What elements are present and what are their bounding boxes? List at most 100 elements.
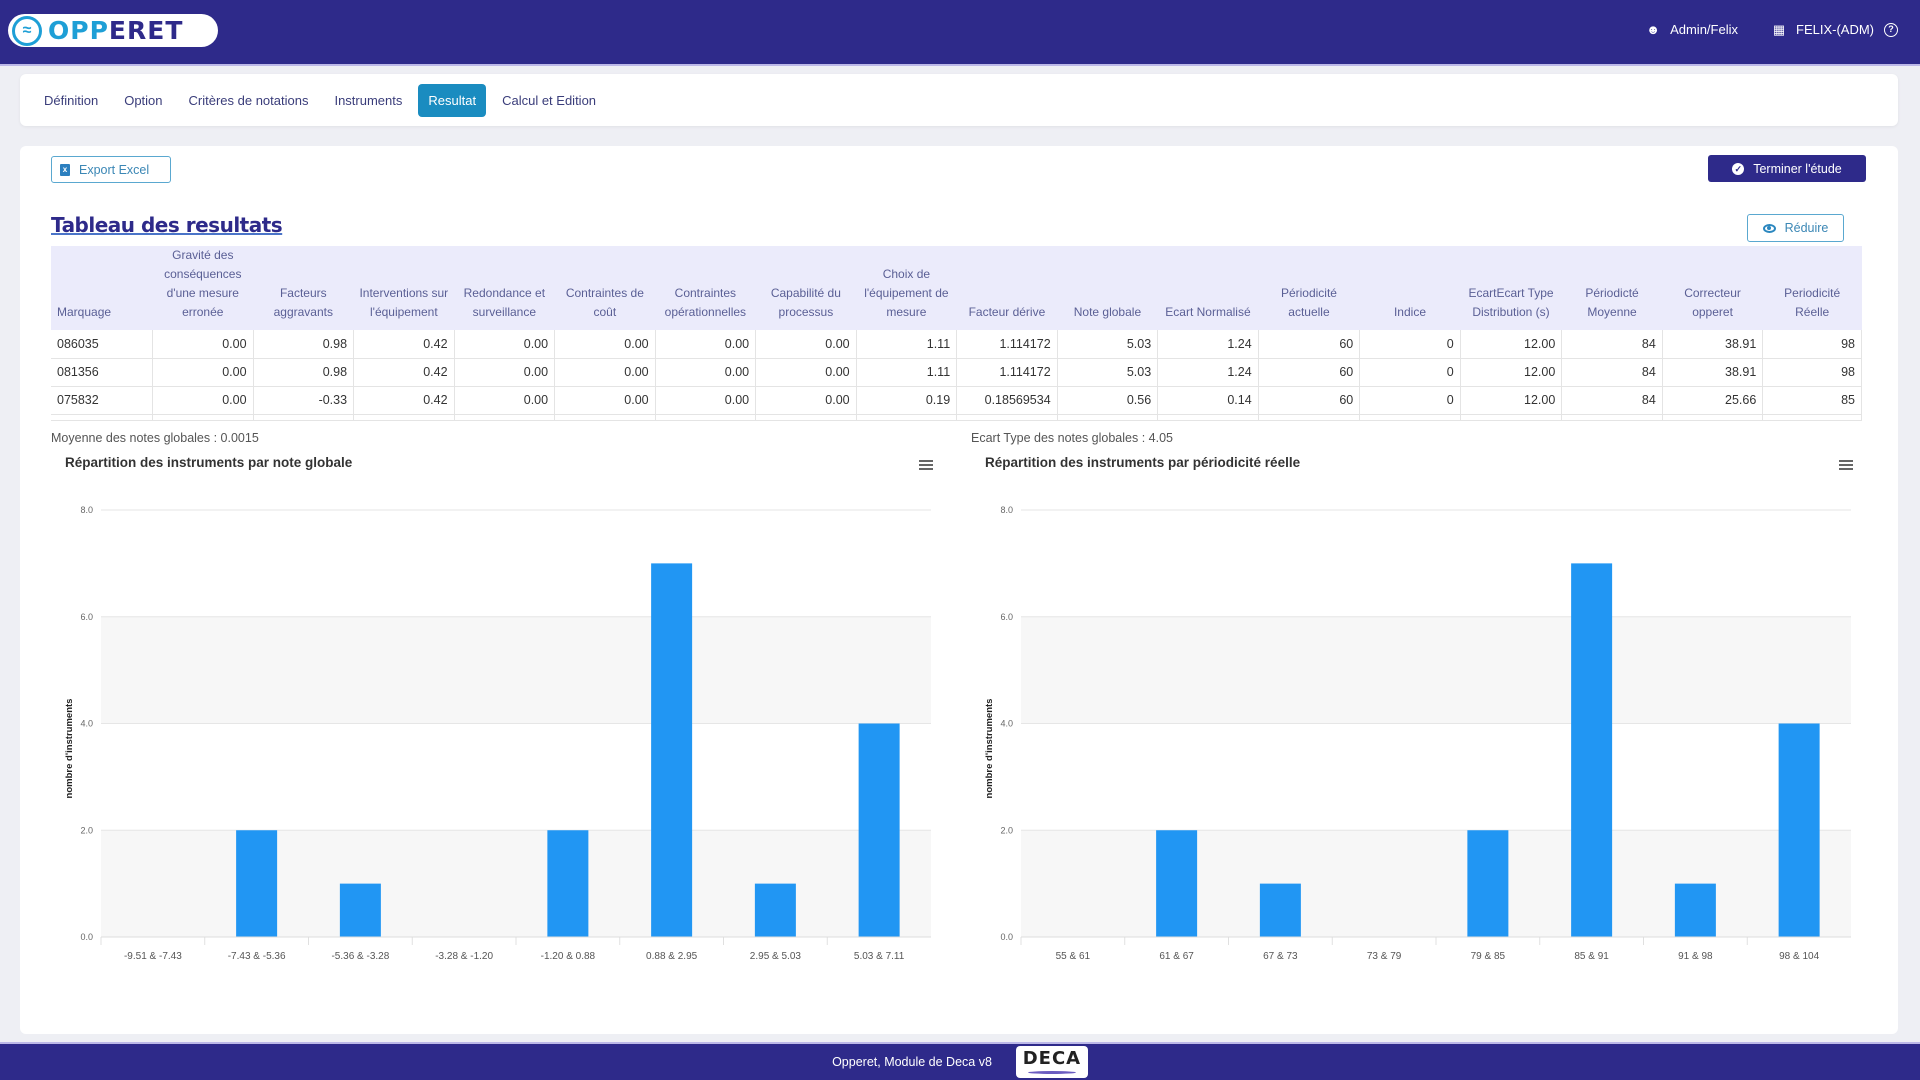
column-header[interactable]: Periodicité Réelle: [1762, 246, 1862, 330]
table-cell: 0.98: [253, 330, 355, 359]
bar[interactable]: [754, 883, 796, 937]
bar[interactable]: [1571, 563, 1613, 937]
chart-menu-icon[interactable]: [1839, 460, 1853, 470]
table-cell: 12.00: [1460, 358, 1563, 387]
table-cell: [353, 414, 455, 421]
terminer-etude-button[interactable]: ✓ Terminer l'étude: [1708, 155, 1866, 182]
table-cell: [1662, 414, 1764, 421]
x-tick-label: 79 & 85: [1471, 951, 1506, 962]
table-cell: [454, 414, 556, 421]
footer-text: Opperet, Module de Deca v8: [832, 1055, 992, 1069]
bar[interactable]: [1467, 830, 1509, 937]
table-cell: 0.00: [152, 386, 254, 415]
column-header[interactable]: Contraintes de coût: [554, 246, 656, 330]
plot-band: [101, 830, 931, 937]
company-name[interactable]: FELIX-(ADM): [1796, 22, 1874, 37]
tab-calcul-edition[interactable]: Calcul et Edition: [492, 84, 606, 117]
chart-periodicite-reelle: Répartition des instruments par périodic…: [971, 446, 1871, 986]
tab-instruments[interactable]: Instruments: [324, 84, 412, 117]
column-header[interactable]: Périodicté Moyenne: [1561, 246, 1663, 330]
bar[interactable]: [1156, 830, 1198, 937]
bar[interactable]: [1674, 883, 1716, 937]
y-axis-label: nombre d'instruments: [984, 699, 995, 799]
column-header[interactable]: Contraintes opérationnelles: [655, 246, 756, 330]
table-cell: 0.18569534: [956, 386, 1058, 415]
column-header[interactable]: Note globale: [1057, 246, 1158, 330]
bar[interactable]: [339, 883, 381, 937]
bar[interactable]: [1778, 723, 1820, 938]
y-tick-label: 4.0: [80, 719, 93, 729]
table-row[interactable]: 081356 0.00 0.98 0.42 0.00 0.00 0.00 0.00 1.11 1.…: [51, 358, 1862, 387]
column-header[interactable]: Périodicité actuelle: [1258, 246, 1360, 330]
table-cell: [1762, 414, 1862, 421]
bar[interactable]: [651, 563, 693, 937]
bar[interactable]: [547, 830, 589, 937]
x-tick-label: 5.03 & 7.11: [854, 951, 905, 962]
reduire-button[interactable]: Réduire: [1747, 214, 1844, 242]
column-header[interactable]: Correcteur opperet: [1662, 246, 1763, 330]
tab-resultat[interactable]: Resultat: [418, 83, 487, 117]
table-cell: 5.03: [1057, 330, 1159, 359]
bar[interactable]: [858, 723, 900, 938]
column-header[interactable]: Redondance et surveillance: [454, 246, 555, 330]
column-header[interactable]: Indice: [1359, 246, 1461, 330]
table-cell: 075832: [51, 386, 154, 415]
table-cell: 0.00: [454, 386, 556, 415]
table-cell: 25.66: [1662, 386, 1764, 415]
column-header[interactable]: EcartEcart Type Distribution (s): [1460, 246, 1562, 330]
table-cell: 0.00: [554, 330, 656, 359]
x-tick-label: -5.36 & -3.28: [331, 951, 389, 962]
x-tick-label: -1.20 & 0.88: [541, 951, 596, 962]
table-cell: 0.00: [655, 358, 757, 387]
column-header[interactable]: Interventions sur l'équipement: [353, 246, 455, 330]
bar[interactable]: [236, 830, 278, 937]
tab-definition[interactable]: Définition: [34, 84, 108, 117]
column-header[interactable]: Ecart Normalisé: [1157, 246, 1259, 330]
table-cell: 1.11: [856, 330, 958, 359]
table-cell: [51, 414, 154, 421]
tab-option[interactable]: Option: [114, 84, 172, 117]
table-cell: 0.00: [454, 358, 556, 387]
column-header[interactable]: Facteur dérive: [956, 246, 1058, 330]
results-table-container[interactable]: Marquage Gravité des conséquences d'une m…: [51, 246, 1862, 421]
table-cell: [1157, 414, 1259, 421]
opperet-logo[interactable]: ≈ OPPERET: [8, 14, 218, 47]
user-area: ☻ Admin/Felix ▦ FELIX-(ADM) ?: [1646, 22, 1898, 37]
building-icon: ▦: [1772, 21, 1786, 37]
table-row[interactable]: 086035 0.00 0.98 0.42 0.00 0.00 0.00 0.00 1.11 1.…: [51, 330, 1862, 359]
table-cell: [1057, 414, 1159, 421]
chart-menu-icon[interactable]: [919, 460, 933, 470]
x-tick-label: 98 & 104: [1779, 951, 1819, 962]
table-cell: 12.00: [1460, 386, 1563, 415]
y-tick-label: 2.0: [80, 825, 93, 835]
reduire-label: Réduire: [1784, 221, 1829, 235]
column-header[interactable]: Gravité des conséquences d'une mesure er…: [152, 246, 254, 330]
table-cell: [1258, 414, 1361, 421]
table-cell: 38.91: [1662, 330, 1764, 359]
plot-band: [1021, 616, 1851, 724]
column-header[interactable]: Capabilité du processus: [755, 246, 857, 330]
table-row[interactable]: 075832 0.00 -0.33 0.42 0.00 0.00 0.00 0.00 0.19 0…: [51, 386, 1862, 415]
table-cell: 1.24: [1157, 358, 1259, 387]
plot-band: [1021, 830, 1851, 937]
column-header[interactable]: Choix de l'équipement de mesure: [856, 246, 957, 330]
logo-mark-icon: ≈: [12, 15, 42, 46]
export-excel-button[interactable]: x Export Excel: [51, 156, 171, 183]
table-cell: 0.00: [152, 330, 254, 359]
column-header[interactable]: Facteurs aggravants: [253, 246, 354, 330]
ecart-type-notes-globales: Ecart Type des notes globales : 4.05: [971, 431, 1173, 445]
table-cell: 0: [1359, 386, 1461, 415]
column-header[interactable]: Marquage: [51, 246, 153, 330]
top-header: ≈ OPPERET ☻ Admin/Felix ▦ FELIX-(ADM) ?: [0, 0, 1920, 66]
tab-criteres[interactable]: Critères de notations: [179, 84, 319, 117]
x-tick-label: -3.28 & -1.20: [435, 951, 493, 962]
table-cell: 60: [1258, 330, 1361, 359]
table-cell: [1359, 414, 1461, 421]
help-icon[interactable]: ?: [1884, 22, 1898, 37]
table-cell: 0.19: [856, 386, 958, 415]
x-tick-label: 85 & 91: [1574, 951, 1609, 962]
bar[interactable]: [1259, 883, 1301, 937]
user-name[interactable]: Admin/Felix: [1670, 22, 1738, 37]
table-cell: 1.11: [856, 358, 958, 387]
table-cell: [152, 414, 254, 421]
